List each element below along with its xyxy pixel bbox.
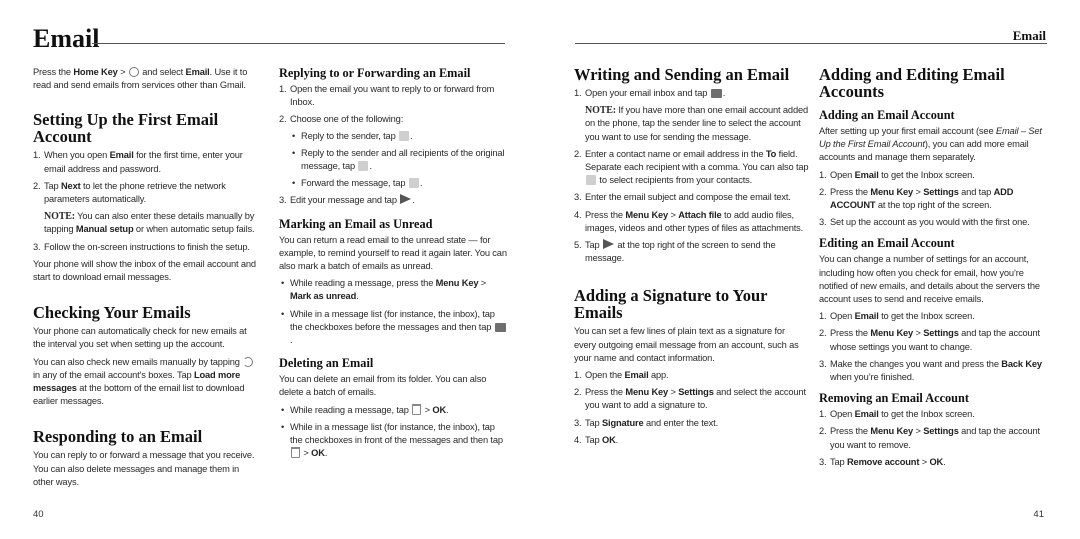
list-item: 1. Open the Email app. [574,370,669,381]
checking-paragraph-2: You can also check new emails manually b… [33,356,261,409]
list-item: 1. Open your email inbox and tap . NOTE: … [574,87,809,144]
setup-after: Your phone will show the inbox of the em… [33,258,256,283]
list-item: 2. Tap Next to let the phone retrieve the… [33,180,261,237]
list-item: 3. Enter the email subject and compose th… [574,192,791,203]
list-item: 3. Make the changes you want and press th… [819,358,1042,383]
right-column-1: Writing and Sending an Email 1. Open your… [574,66,809,451]
subsection-title-editing: Editing an Email Account [819,236,955,251]
trash-icon [412,403,422,415]
writing-steps: 1. Open your email inbox and tap . NOTE: … [574,87,809,265]
adding-paragraph: After setting up your first email accoun… [819,126,1042,163]
list-item: 3. Set up the account as you would with t… [819,217,1030,228]
contacts-icon [586,175,596,186]
list-item: While in a message list (for instance, t… [279,308,507,348]
list-item: 3. Follow the on-screen instructions to f… [33,241,250,252]
page-number: 41 [1033,509,1044,520]
list-item: 2. Press the Menu Key > Settings and tap … [819,328,1040,352]
subsection-title-removing: Removing an Email Account [819,391,969,406]
send-icon [602,239,614,250]
section-title-responding: Responding to an Email [33,427,203,447]
section-title-deleting: Deleting an Email [279,356,374,371]
header-rule [575,43,1047,44]
right-column-2: Adding and Editing Email Accounts Adding… [819,66,1049,473]
section-title-accounts: Adding and Editing Email Accounts [819,65,1005,101]
list-item: Reply to the sender, tap . [290,130,507,143]
trash-icon [291,447,300,459]
intro-paragraph: Press the Home Key > and select Email. U… [33,67,248,91]
section-title-checking: Checking Your Emails [33,303,191,323]
list-item: 4. Press the Menu Key > Attach file to ad… [574,209,804,233]
send-icon [400,194,412,205]
signature-steps: 1. Open the Email app. 2. Press the Menu K… [574,369,809,447]
setup-steps: 1. When you open Email for the first time… [33,149,261,253]
section-title-replying: Replying to or Forwarding an Email [279,66,471,80]
right-page: Email Writing and Sending an Email 1. Ope… [540,0,1080,539]
reply-all-icon [358,161,369,172]
removing-steps: 1. Open Email to get the Inbox screen. 2.… [819,408,1049,469]
note: NOTE: You can also enter these details m… [44,211,255,235]
left-column-2: Replying to or Forwarding an Email 1. Ope… [279,66,507,464]
reply-icon [399,130,410,141]
replying-options: Reply to the sender, tap . Reply to the … [290,130,507,191]
forward-icon [408,178,419,189]
list-item: 4. Tap OK. [574,434,619,445]
list-item: 1. Open Email to get the Inbox screen. [819,311,975,322]
unread-options: While reading a message, press the Menu … [279,277,507,347]
list-item: 3. Edit your message and tap . [279,194,415,206]
page-number: 40 [33,509,44,520]
list-item: 2. Press the Menu Key > Settings and tap … [819,426,1040,450]
section-title-signature: Adding a Signature to Your Emails [574,286,768,323]
list-item: While reading a message, tap > OK. [279,403,507,417]
refresh-icon [243,356,254,367]
list-item: While in a message list (for instance, t… [279,421,507,461]
list-item: 1. Open Email to get the Inbox screen. [819,169,975,180]
list-item: 3. Tap Remove account > OK. [819,456,946,467]
replying-steps: 1. Open the email you want to reply to or… [279,83,507,208]
list-item: 2. Press the Menu Key > Settings and tap … [819,186,1014,211]
chapter-title: Email [33,24,100,53]
section-title-writing: Writing and Sending an Email [574,65,790,84]
list-item: 1. When you open Email for the first time… [33,150,243,174]
left-column-1: Press the Home Key > and select Email. U… [33,66,261,493]
list-item: 1. Open Email to get the Inbox screen. [819,409,975,420]
section-title-unread: Marking an Email as Unread [279,216,433,231]
list-item: 5. Tap at the top right of the screen to … [574,239,776,264]
editing-paragraph: You can change a number of settings for … [819,254,1040,305]
note: NOTE: If you have more than one email ac… [585,105,809,142]
section-title-setup: Setting Up the First Email Account [33,110,219,147]
checking-paragraph-1: Your phone can automatically check for n… [33,326,247,350]
list-item: While reading a message, press the Menu … [279,277,507,303]
apps-menu-icon [128,67,139,77]
unread-paragraph: You can return a read email to the unrea… [279,234,507,272]
editing-steps: 1. Open Email to get the Inbox screen. 2.… [819,310,1049,384]
responding-paragraph: You can reply to or forward a message th… [33,450,255,487]
adding-steps: 1. Open Email to get the Inbox screen. 2.… [819,169,1049,230]
list-item: 2. Press the Menu Key > Settings and sele… [574,387,806,411]
left-page: Email Press the Home Key > and select Em… [0,0,540,539]
deleting-options: While reading a message, tap > OK. While… [279,403,507,461]
list-item: 1. Open the email you want to reply to or… [279,84,495,108]
list-item: Forward the message, tap . [290,177,507,190]
list-item: 2.Choose one of the following: Reply to … [279,113,507,190]
header-rule [92,43,505,44]
signature-paragraph: You can set a few lines of plain text as… [574,326,799,363]
deleting-paragraph: You can delete an email from its folder.… [279,374,487,398]
list-item: 3. Tap Signature and enter the text. [574,417,719,428]
mark-unread-icon [494,322,506,332]
running-head: Email [1012,28,1046,43]
list-item: Reply to the sender and all recipients o… [290,147,507,173]
compose-icon [710,89,722,98]
subsection-title-adding: Adding an Email Account [819,108,955,122]
list-item: 2. Enter a contact name or email address … [574,148,809,186]
